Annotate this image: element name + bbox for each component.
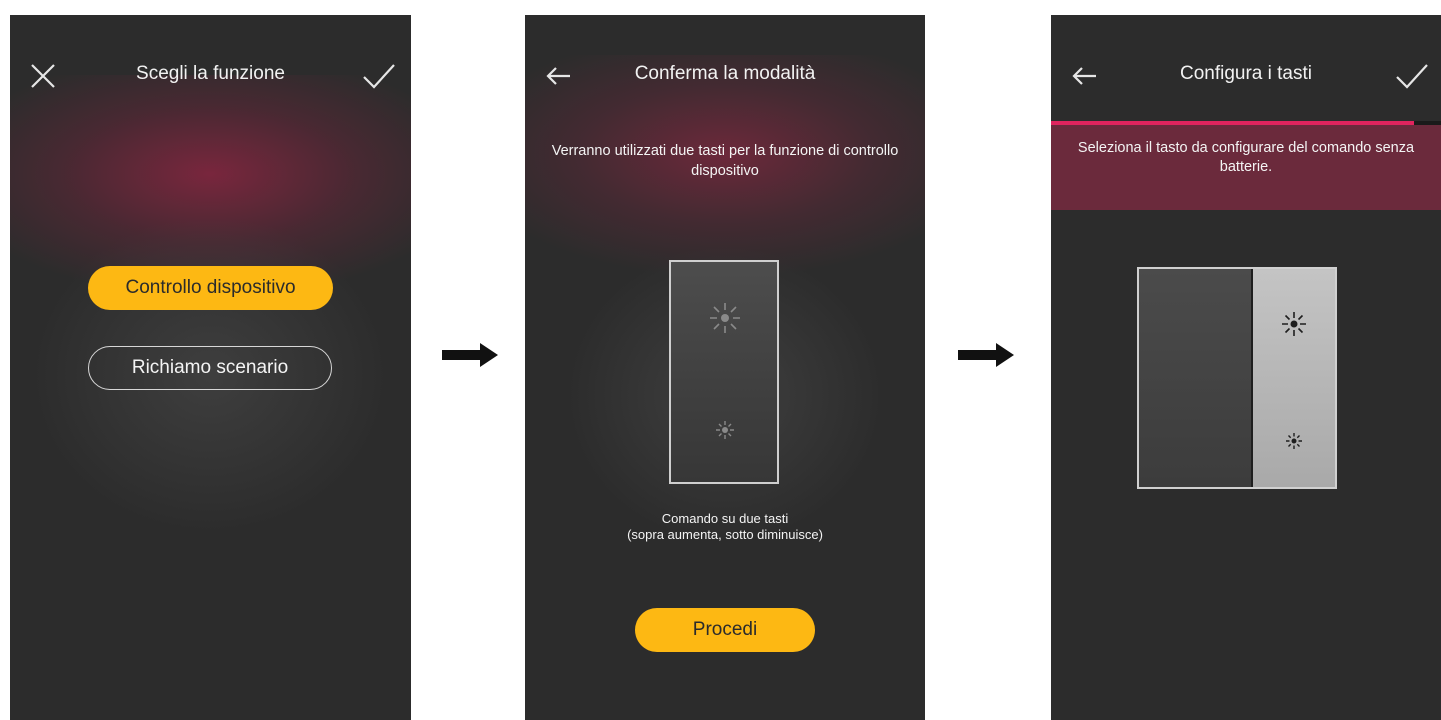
right-key[interactable]: [1253, 269, 1335, 487]
richiamo-scenario-button[interactable]: Richiamo scenario: [88, 346, 332, 390]
brightness-up-icon: [705, 298, 745, 343]
caption-line-2: (sopra aumenta, sotto diminuisce): [627, 527, 823, 542]
flow-arrow-icon: [442, 343, 498, 367]
left-key[interactable]: [1139, 269, 1251, 487]
screen-choose-function: Scegli la funzione Controllo dispositivo…: [10, 15, 411, 720]
switch-caption: Comando su due tasti (sopra aumenta, sot…: [535, 511, 915, 543]
caption-line-1: Comando su due tasti: [661, 511, 789, 526]
progress-bar-fill: [1051, 121, 1414, 125]
controllo-dispositivo-button[interactable]: Controllo dispositivo: [88, 266, 333, 310]
mode-description: Verranno utilizzati due tasti per la fun…: [551, 143, 899, 179]
flow-arrow-icon: [958, 343, 1014, 367]
screen-configure-keys: Configura i tasti Seleziona il tasto da …: [1051, 15, 1441, 720]
screen-confirm-mode: Conferma la modalità Verranno utilizzati…: [525, 15, 925, 720]
two-key-switch-illustration: [669, 260, 779, 484]
brightness-down-icon: [1283, 430, 1305, 457]
progress-bar: [1051, 121, 1441, 125]
procedi-button[interactable]: Procedi: [635, 608, 815, 652]
switch-keys: [1137, 267, 1337, 489]
page-title: Configura i tasti: [1179, 63, 1312, 84]
page-title: Scegli la funzione: [136, 63, 285, 84]
brightness-down-icon: [711, 416, 739, 449]
instruction-text: Seleziona il tasto da configurare del co…: [1077, 140, 1415, 175]
checkmark-icon[interactable]: [1395, 61, 1429, 91]
page-title: Conferma la modalità: [634, 63, 816, 84]
brightness-up-icon: [1279, 309, 1309, 344]
checkmark-icon[interactable]: [362, 61, 396, 91]
